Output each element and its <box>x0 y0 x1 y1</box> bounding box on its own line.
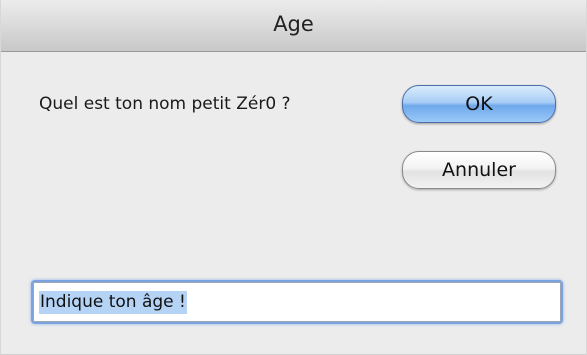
input-focus-ring: Indique ton âge ! <box>31 280 563 324</box>
prompt-label: Quel est ton nom petit Zér0 ? <box>39 94 291 114</box>
cancel-button[interactable]: Annuler <box>402 151 556 189</box>
title-bar[interactable]: Age <box>1 0 586 52</box>
window-title: Age <box>273 12 314 36</box>
ok-button[interactable]: OK <box>402 85 556 123</box>
dialog-window: Age Quel est ton nom petit Zér0 ? OK Ann… <box>0 0 587 355</box>
age-input[interactable] <box>33 282 561 322</box>
